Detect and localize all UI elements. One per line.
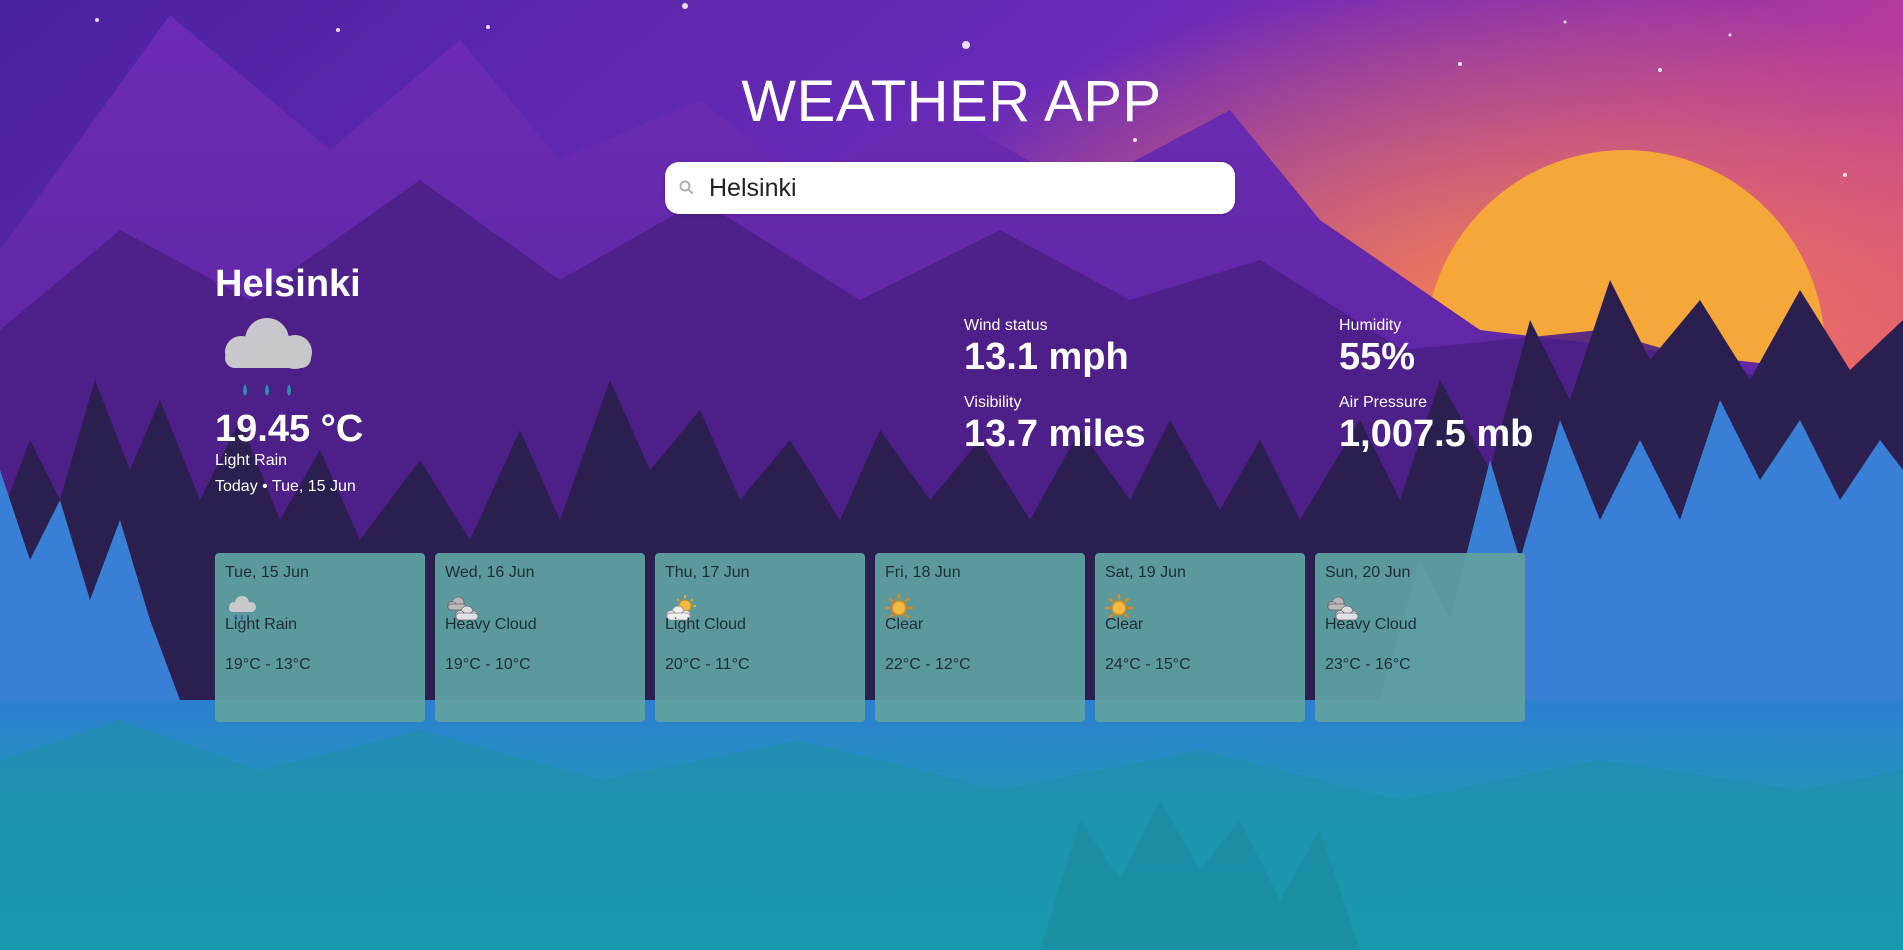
- wind-status-value: 13.1 mph: [964, 336, 1129, 378]
- forecast-description: Light Cloud: [665, 616, 746, 633]
- forecast-temp-range: 19°C - 13°C: [225, 656, 311, 673]
- forecast-temp-range: 23°C - 16°C: [1325, 656, 1411, 673]
- visibility: Visibility 13.7 miles: [964, 393, 1146, 455]
- forecast-day-card[interactable]: Tue, 15 Jun Light Rain 19°C - 13°C: [215, 553, 425, 722]
- forecast-date: Sun, 20 Jun: [1325, 564, 1411, 581]
- forecast-day-card[interactable]: Sat, 19 Jun Clear 24°C - 15°C: [1095, 553, 1305, 722]
- forecast-date: Fri, 18 Jun: [885, 564, 961, 581]
- forecast-description: Clear: [1105, 616, 1144, 633]
- forecast-day-card[interactable]: Sun, 20 Jun Heavy Cloud 23°C - 16°C: [1315, 553, 1525, 722]
- wind-status: Wind status 13.1 mph: [964, 316, 1129, 378]
- forecast-temp-range: 20°C - 11°C: [665, 656, 750, 673]
- forecast-date: Sat, 19 Jun: [1105, 564, 1186, 581]
- search-icon: [679, 180, 693, 194]
- forecast-day-card[interactable]: Thu, 17 Jun Light Cloud 20°C - 11°C: [655, 553, 865, 722]
- forecast-temp-range: 24°C - 15°C: [1105, 656, 1191, 673]
- air-pressure-label: Air Pressure: [1339, 394, 1428, 411]
- forecast-description: Heavy Cloud: [445, 616, 537, 633]
- city-name: Helsinki: [215, 263, 361, 305]
- air-pressure: Air Pressure 1,007.5 mb: [1339, 393, 1533, 455]
- humidity-value: 55%: [1339, 336, 1416, 378]
- current-date: Today • Tue, 15 Jun: [215, 478, 356, 495]
- forecast-temp-range: 22°C - 12°C: [885, 656, 971, 673]
- forecast-temp-range: 19°C - 10°C: [445, 656, 531, 673]
- humidity: Humidity 55%: [1339, 316, 1415, 378]
- forecast-list: Tue, 15 Jun Light Rain 19°C - 13°C Wed, …: [215, 553, 1525, 722]
- app-title: WEATHER APP: [741, 69, 1162, 134]
- wind-status-label: Wind status: [964, 317, 1048, 334]
- air-pressure-value: 1,007.5 mb: [1339, 413, 1534, 455]
- current-weather: Helsinki 19.45 °C Light Rain Today • Tue…: [215, 262, 615, 497]
- forecast-description: Clear: [885, 616, 924, 633]
- forecast-description: Light Rain: [225, 616, 298, 633]
- search-bar[interactable]: [665, 162, 1235, 214]
- forecast-description: Heavy Cloud: [1325, 616, 1417, 633]
- current-description: Light Rain: [215, 452, 288, 469]
- forecast-day-card[interactable]: Fri, 18 Jun Clear 22°C - 12°C: [875, 553, 1085, 722]
- forecast-date: Wed, 16 Jun: [445, 564, 535, 581]
- visibility-value: 13.7 miles: [964, 413, 1146, 455]
- current-temperature: 19.45 °C: [215, 408, 364, 450]
- forecast-day-card[interactable]: Wed, 16 Jun Heavy Cloud 19°C - 10°C: [435, 553, 645, 722]
- search-input[interactable]: [709, 170, 1219, 206]
- forecast-date: Tue, 15 Jun: [225, 564, 309, 581]
- forecast-date: Thu, 17 Jun: [665, 564, 750, 581]
- visibility-label: Visibility: [964, 394, 1022, 411]
- light-rain-icon: [225, 318, 312, 396]
- humidity-label: Humidity: [1339, 317, 1402, 334]
